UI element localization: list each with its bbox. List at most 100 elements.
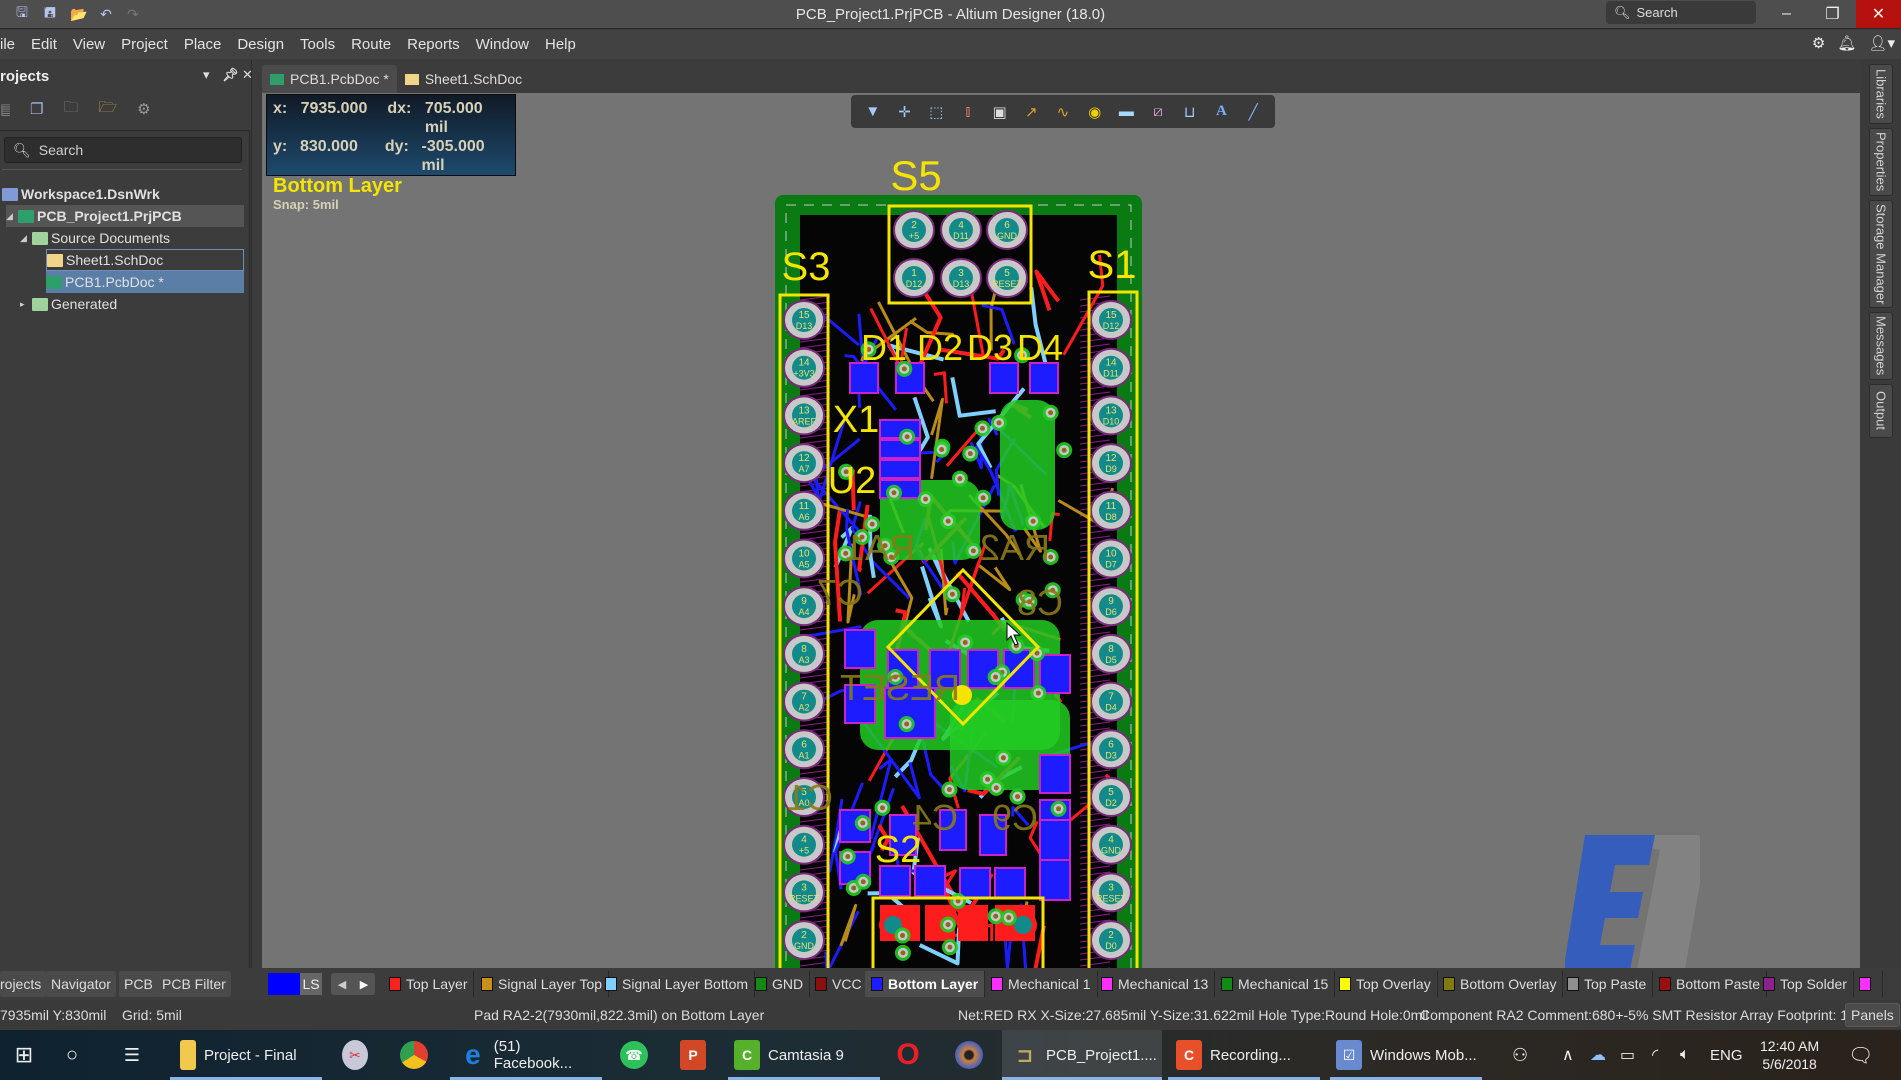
select-rect-icon[interactable]: ⬚	[924, 100, 948, 124]
folder-settings-icon[interactable]: 🗁︎	[98, 97, 117, 122]
layer-tab-top-overlay[interactable]: Top Overlay	[1333, 971, 1438, 997]
tab-sheet1-schdoc[interactable]: Sheet1.SchDoc	[397, 65, 530, 93]
powerpoint-icon[interactable]: P	[680, 1030, 710, 1080]
pcb-board[interactable]: 15D1314+3V313AREF12A711A610A59A48A37A26A…	[262, 93, 1860, 968]
scroll-right-icon[interactable]: ▶	[360, 978, 368, 991]
bell-icon[interactable]: 🔔︎	[1837, 34, 1856, 52]
pcb-canvas[interactable]: 15 D13 14 +3V3 13 AREF 12 A7 11 A6 10 A5 9 A4 8 A3 7 A2 6 A…	[262, 93, 1860, 968]
storage-manager-panel-tab[interactable]: Storage Manager	[1869, 200, 1893, 308]
collapse-arrow-icon[interactable]: ▸	[20, 299, 32, 310]
menu-reports[interactable]: Reports	[399, 30, 468, 59]
pin-icon[interactable]: 📌︎	[222, 67, 239, 83]
gear-icon[interactable]: ⚙	[137, 100, 150, 118]
user-icon[interactable]: 👤︎▾	[1868, 34, 1895, 52]
tree-item-sheet1-schdoc[interactable]: Sheet1.SchDoc	[46, 249, 244, 271]
route-icon[interactable]: ↗	[1019, 100, 1043, 124]
cortana-icon[interactable]: ○	[52, 1030, 92, 1080]
panels-button[interactable]: Panels	[1845, 1003, 1900, 1027]
projects-search-input[interactable]: 🔍︎ Search	[4, 137, 242, 163]
tree-item-pcb1-pcbdoc[interactable]: PCB1.PcbDoc *	[46, 271, 244, 293]
snipping-tool-icon[interactable]: ✂	[342, 1030, 372, 1080]
layer-tab-bottom-layer[interactable]: Bottom Layer	[865, 971, 986, 997]
messages-panel-tab[interactable]: Messages	[1869, 312, 1893, 380]
layer-tab-top-paste[interactable]: Top Paste	[1561, 971, 1654, 997]
whatsapp-icon[interactable]: ☎	[620, 1030, 650, 1080]
menu-tools[interactable]: Tools	[292, 30, 343, 59]
expand-arrow-icon[interactable]: ◢	[6, 211, 18, 222]
via-icon[interactable]: ◉	[1083, 100, 1107, 124]
polygon-icon[interactable]: ▬	[1114, 100, 1138, 124]
taskbar-recording[interactable]: C Recording...	[1168, 1030, 1320, 1080]
menu-design[interactable]: Design	[229, 30, 292, 59]
tree-item-workspace[interactable]: Workspace1.DsnWrk	[2, 183, 160, 205]
undo-icon[interactable]: ↶	[97, 5, 115, 23]
crosshair-icon[interactable]: ✛	[893, 100, 917, 124]
filter-icon[interactable]: ▼	[861, 100, 885, 124]
taskbar-edge-facebook[interactable]: e (51) Facebook...	[450, 1030, 602, 1080]
tree-item-source-documents[interactable]: ◢ Source Documents	[20, 227, 170, 249]
open-icon[interactable]: 📂	[70, 5, 88, 23]
layer-tab-signal-layer-bottom[interactable]: Signal Layer Bottom	[599, 971, 756, 997]
gear-icon[interactable]: ⚙	[1812, 34, 1825, 52]
task-view-icon[interactable]: ☰	[112, 1030, 152, 1080]
interactive-route-icon[interactable]: ⧄	[1146, 100, 1170, 124]
clock[interactable]: 12:40 AM 5/6/2018	[1760, 1030, 1819, 1080]
opera-icon[interactable]: O	[895, 1030, 925, 1080]
language-indicator[interactable]: ENG	[1710, 1030, 1743, 1080]
layer-tab-signal-layer-top[interactable]: Signal Layer Top	[475, 971, 610, 997]
panel-close-icon[interactable]: ✕	[242, 67, 253, 83]
layer-tab-mechanical-1[interactable]: Mechanical 1	[985, 971, 1098, 997]
expand-arrow-icon[interactable]: ◢	[20, 233, 32, 244]
media-icon[interactable]	[955, 1030, 985, 1080]
restore-button[interactable]: ❐	[1810, 0, 1855, 28]
tree-item-generated[interactable]: ▸ Generated	[20, 293, 117, 315]
menu-edit[interactable]: Edit	[23, 30, 65, 59]
chrome-icon[interactable]	[400, 1030, 430, 1080]
tab-pcb1-pcbdoc[interactable]: PCB1.PcbDoc *	[262, 65, 397, 93]
bottom-tab-projects[interactable]: rojects	[0, 971, 47, 997]
copy-icon[interactable]: ❐	[30, 100, 43, 118]
bottom-tab-navigator[interactable]: Navigator	[46, 971, 116, 997]
libraries-panel-tab[interactable]: Libraries	[1869, 64, 1893, 124]
output-panel-tab[interactable]: Output	[1869, 384, 1893, 438]
layer-tab-bottom-overlay[interactable]: Bottom Overlay	[1437, 971, 1564, 997]
windows-start-icon[interactable]: ⊞	[4, 1030, 44, 1080]
layer-tab-more[interactable]	[1853, 971, 1883, 997]
layer-tab-gnd[interactable]: GND	[749, 971, 811, 997]
properties-panel-tab[interactable]: Properties	[1869, 128, 1893, 196]
folder-search-icon[interactable]: 🗀︎	[63, 97, 78, 122]
layer-tab-vcc[interactable]: VCC	[809, 971, 869, 997]
redo-icon[interactable]: ↷	[124, 5, 142, 23]
bottom-tab-pcb[interactable]: PCB	[119, 971, 158, 997]
minimize-button[interactable]: –	[1764, 0, 1809, 28]
dimension-icon[interactable]: ⊔	[1178, 100, 1202, 124]
layer-tab-mechanical-13[interactable]: Mechanical 13	[1095, 971, 1216, 997]
volume-icon[interactable]: 🔈︎	[1680, 1030, 1690, 1080]
save-all-icon[interactable]: 🖪	[41, 4, 59, 23]
action-center-icon[interactable]: 🗨︎	[1848, 1030, 1873, 1080]
menu-view[interactable]: View	[65, 30, 113, 59]
menu-window[interactable]: Window	[468, 30, 537, 59]
diff-pair-icon[interactable]: ∿	[1051, 100, 1075, 124]
save-icon[interactable]: 🖫	[13, 4, 31, 23]
menu-place[interactable]: Place	[176, 30, 230, 59]
layer-tab-mechanical-15[interactable]: Mechanical 15	[1215, 971, 1336, 997]
menu-file[interactable]: ile	[0, 30, 23, 59]
layer-set-color[interactable]	[268, 973, 300, 995]
battery-icon[interactable]: ▭	[1620, 1030, 1635, 1080]
people-icon[interactable]: ⚇	[1512, 1030, 1528, 1080]
taskbar-camtasia[interactable]: C Camtasia 9	[728, 1030, 880, 1080]
layer-tab-bottom-paste[interactable]: Bottom Paste	[1653, 971, 1768, 997]
wifi-icon[interactable]: ◜	[1652, 1030, 1658, 1080]
layer-tab-top-solder[interactable]: Top Solder	[1757, 971, 1854, 997]
onedrive-icon[interactable]: ☁	[1590, 1030, 1606, 1080]
bottom-tab-pcb-filter[interactable]: PCB Filter	[157, 971, 231, 997]
line-icon[interactable]: ╱	[1241, 100, 1265, 124]
save-icon[interactable]: ▤	[0, 100, 10, 118]
layer-tab-top-layer[interactable]: Top Layer	[383, 971, 475, 997]
tree-item-project[interactable]: ◢ PCB_Project1.PrjPCB	[6, 205, 244, 227]
panel-menu-icon[interactable]: ▾	[203, 67, 210, 83]
menu-route[interactable]: Route	[343, 30, 399, 59]
taskbar-file-explorer[interactable]: Project - Final	[170, 1030, 322, 1080]
scroll-left-icon[interactable]: ◀	[338, 978, 346, 991]
